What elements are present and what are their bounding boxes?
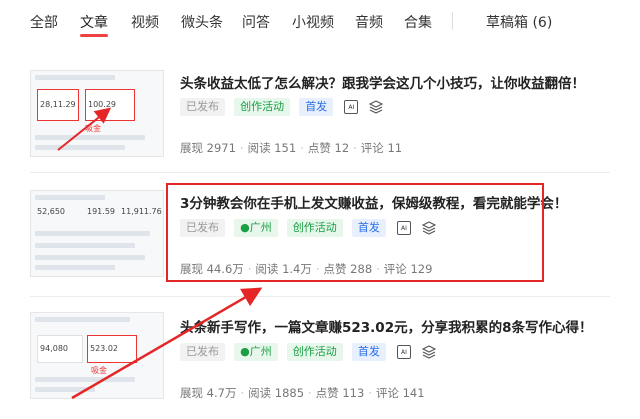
thumb-line — [35, 387, 95, 392]
thumb-label: 吸金 — [85, 124, 101, 133]
article-tags: 已发布 创作活动 首发 AI — [180, 98, 387, 116]
thumb-line — [35, 145, 125, 150]
comments-stat: 评论 11 — [360, 141, 403, 155]
article-tags: 已发布 ●广州 创作活动 首发 AI — [180, 343, 440, 361]
likes-stat: 点赞 113 — [315, 386, 365, 400]
tab-short-videos[interactable]: 小视频 — [292, 12, 334, 32]
thumb-value: 191.59 — [87, 207, 115, 216]
location-pin-icon: ● — [240, 345, 250, 358]
thumb-header — [35, 195, 105, 200]
thumb-card: 94,080 — [37, 335, 83, 363]
location-badge: ●广州 — [234, 343, 278, 361]
likes-stat: 点赞 12 — [307, 141, 350, 155]
thumb-line — [35, 243, 135, 248]
article-title[interactable]: 头条新手写作，一篇文章赚523.02元，分享我积累的8条写作心得！ — [180, 316, 593, 336]
layers-icon[interactable] — [422, 345, 437, 359]
status-badge: 已发布 — [180, 343, 225, 361]
active-tab-indicator — [80, 34, 108, 37]
location-label: 广州 — [249, 345, 272, 358]
status-badge: 已发布 — [180, 98, 225, 116]
tab-drafts[interactable]: 草稿箱 (6) — [486, 12, 552, 32]
ai-icon[interactable]: AI — [396, 345, 411, 359]
article-thumbnail[interactable]: 28,11.29 100.29 吸金 — [30, 70, 164, 157]
tab-videos[interactable]: 视频 — [131, 12, 159, 32]
activity-badge: 创作活动 — [286, 343, 343, 361]
article-thumbnail[interactable]: 52,650 191.59 11,911.76 — [30, 190, 164, 277]
thumb-red-box — [87, 335, 137, 363]
reads-stat: 阅读 151 — [247, 141, 297, 155]
thumb-line — [35, 231, 150, 236]
content-tabs: 全部 文章 视频 微头条 问答 小视频 音频 合集 草稿箱 (6) — [0, 0, 640, 40]
thumb-label: 吸金 — [91, 366, 107, 375]
thumb-line — [35, 265, 115, 270]
comments-stat: 评论 141 — [375, 386, 425, 400]
row-divider — [30, 172, 610, 173]
views-stat: 展现 4.7万 — [180, 386, 237, 400]
article-title[interactable]: 头条收益太低了怎么解决？跟我学会这几个小技巧，让你收益翻倍！ — [180, 72, 585, 92]
tab-micro-posts[interactable]: 微头条 — [181, 12, 223, 32]
annotation-highlight-box — [166, 183, 544, 282]
thumb-line — [35, 377, 135, 382]
thumb-header — [35, 75, 115, 80]
tab-collections[interactable]: 合集 — [404, 12, 432, 32]
article-thumbnail[interactable]: 94,080 523.02 吸金 — [30, 312, 164, 399]
reads-stat: 阅读 1885 — [248, 386, 305, 400]
tab-qa[interactable]: 问答 — [242, 12, 270, 32]
layers-icon[interactable] — [369, 100, 384, 114]
first-publish-badge: 首发 — [351, 343, 386, 361]
activity-badge: 创作活动 — [234, 98, 291, 116]
thumb-red-box — [85, 89, 135, 121]
ai-icon[interactable]: AI — [344, 100, 359, 114]
tab-articles[interactable]: 文章 — [80, 12, 108, 32]
views-stat: 展现 2971 — [180, 141, 236, 155]
thumb-red-box — [37, 89, 79, 121]
thumb-value: 94,080 — [40, 344, 68, 353]
thumb-value: 11,911.76 — [121, 207, 162, 216]
tab-all[interactable]: 全部 — [30, 12, 58, 32]
thumb-line — [35, 255, 145, 260]
thumb-header — [35, 317, 130, 322]
row-divider — [30, 296, 610, 297]
thumb-line — [35, 135, 145, 140]
thumb-value: 52,650 — [37, 207, 65, 216]
article-stats: 展现 2971 · 阅读 151 · 点赞 12 · 评论 11 — [180, 141, 403, 155]
first-publish-badge: 首发 — [299, 98, 334, 116]
tab-separator — [452, 12, 453, 30]
tab-audio[interactable]: 音频 — [355, 12, 383, 32]
article-stats: 展现 4.7万 · 阅读 1885 · 点赞 113 · 评论 141 — [180, 386, 425, 400]
